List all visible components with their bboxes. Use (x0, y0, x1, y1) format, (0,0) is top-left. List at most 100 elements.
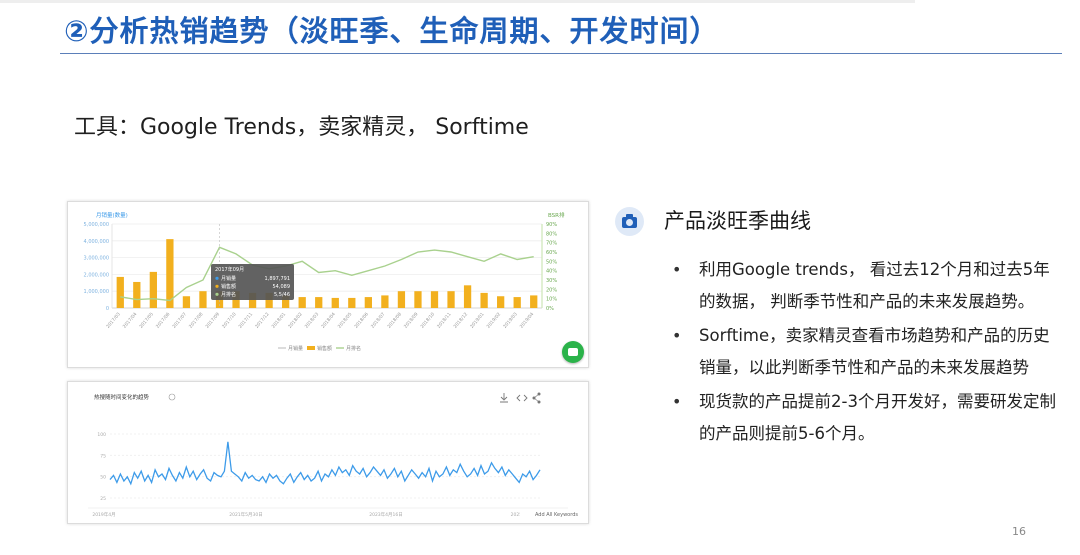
tooltip-dot (215, 292, 219, 296)
rank-line (120, 246, 534, 302)
x-tick-label: 2017/12 (254, 311, 271, 329)
tooltip-title: 2017年09月 (215, 266, 244, 273)
x-tick-label: 2019/01 (469, 311, 486, 329)
tooltip-label: 月排名 (221, 291, 236, 298)
legend-label: 月排名 (346, 345, 361, 352)
sales-bar (133, 281, 141, 308)
embed-icon (516, 394, 528, 402)
y-tick-label: 75 (100, 453, 106, 459)
wechat-icon[interactable] (562, 341, 584, 363)
x-tick-label: 2018/02 (287, 311, 304, 329)
slide-title: ②分析热销趋势（淡旺季、生命周期、开发时间） (64, 14, 720, 48)
top-divider (0, 0, 915, 3)
download-icon (500, 393, 508, 403)
sales-bar (298, 297, 306, 308)
sales-bar (315, 297, 323, 308)
sales-bar (149, 271, 157, 308)
chart-tooltip: 2017年09月月销量 1,897,791 销售额 54,089 月排名 5,5/46 (211, 264, 294, 300)
y-tick-label: 1,000,000 (84, 289, 109, 295)
x-tick-label: 2019/02 (486, 311, 503, 329)
y2-tick-label: 60% (546, 250, 557, 256)
sales-bar (397, 291, 406, 308)
sales-bar (331, 297, 339, 308)
tooltip-label: 销售额 (221, 283, 236, 290)
trend-chart-title: 热搜随时间变化的趋势 (94, 393, 150, 401)
x-tick-label: 2018/10 (419, 311, 436, 329)
sales-bar (381, 295, 389, 308)
x-tick-label: 2017/04 (122, 311, 139, 329)
x-tick-label: 2018/05 (337, 311, 354, 329)
sales-bar (430, 291, 439, 308)
sales-bar (513, 297, 521, 308)
y-tick-label: 4,000,000 (84, 239, 109, 245)
y2-tick-label: 10% (546, 297, 557, 303)
tooltip-dot (215, 284, 219, 288)
x-tick-label: 2019年4月 (92, 511, 115, 518)
tooltip-value: 5,5/46 (274, 292, 290, 298)
sales-bar (116, 276, 124, 308)
camera-icon (615, 207, 644, 236)
y-tick-label: 25 (100, 496, 106, 502)
search-trend-chart: 热搜随时间变化的趋势 100 75 50 25 2019年4月 2021年5月30日 2023… (88, 392, 580, 519)
y2-tick-label: 50% (546, 259, 557, 265)
page-number: 16 (1012, 525, 1026, 538)
x-tick-label: 2018/01 (271, 311, 288, 329)
legend-swatch (307, 346, 315, 350)
tools-line: 工具：Google Trends，卖家精灵， Sorftime (74, 115, 529, 140)
share-icon (532, 392, 541, 404)
x-tick-label: 2018/08 (386, 311, 403, 329)
add-keywords-link: Add All Keywords (535, 512, 578, 518)
search-interest-line (109, 441, 541, 486)
tooltip-value: 54,089 (273, 284, 291, 290)
sales-trend-chart-panel: 月销量(数量) BSR排 5,000,000 4,000,000 3,000,000 2,… (67, 201, 589, 368)
sales-bar (463, 285, 472, 308)
x-tick-label: 2019/04 (519, 311, 536, 329)
y2-tick-label: 30% (546, 278, 557, 284)
sales-bar (530, 295, 538, 308)
y2-tick-label: 90% (546, 222, 557, 228)
x-tick-label: 2018/11 (436, 311, 453, 329)
sales-bar (199, 291, 207, 308)
x-tick-label: 2017/06 (155, 311, 172, 329)
y-tick-label: 5,000,000 (84, 222, 109, 228)
bullet-item: 现货款的产品提前2-3个月开发好，需要研发定制的产品则提前5-6个月。 (672, 386, 1062, 450)
search-trend-chart-panel: 热搜随时间变化的趋势 100 75 50 25 2019年4月 2021年5月30日 2023… (67, 381, 589, 524)
sales-bar (348, 297, 356, 308)
x-tick-label: 2017/10 (221, 311, 238, 329)
sales-bar (182, 296, 191, 308)
sales-trend-chart: 月销量(数量) BSR排 5,000,000 4,000,000 3,000,000 2,… (84, 211, 565, 352)
x-tick-label: 2018/04 (320, 311, 337, 329)
y-tick-label: 100 (97, 432, 106, 438)
y-tick-label: 2,000,000 (84, 272, 109, 278)
x-tick-label: 2017/09 (204, 311, 221, 329)
x-tick-label: 2023年4月16日 (369, 511, 403, 518)
y2-tick-label: 40% (546, 269, 557, 275)
x-tick-label: 2017/11 (237, 311, 254, 329)
tooltip-value: 1,897,791 (265, 276, 290, 282)
sales-bar (414, 291, 422, 308)
x-tick-label: 2017/05 (138, 311, 155, 329)
y2-tick-label: 80% (546, 231, 557, 237)
x-tick-label: 2017/07 (171, 311, 188, 329)
legend-label: 销售额 (317, 345, 332, 352)
bullet-item: 利用Google trends， 看过去12个月和过去5年的数据， 判断季节性和… (672, 254, 1062, 318)
x-tick-label: 2018/09 (403, 311, 420, 329)
tooltip-label: 月销量 (221, 275, 236, 282)
y2-tick-label: 0% (546, 306, 554, 312)
y2-tick-label: 20% (546, 287, 557, 293)
help-icon (168, 393, 176, 401)
y-tick-label: 50 (100, 475, 106, 481)
sales-bar (480, 292, 488, 308)
y-axis-title: 月销量(数量) (96, 211, 128, 219)
title-underline (60, 53, 1062, 54)
y-tick-label: 3,000,000 (84, 256, 109, 262)
section-title: 产品淡旺季曲线 (664, 209, 811, 233)
x-tick-label: 2018/06 (353, 311, 370, 329)
x-tick-label: 2018/03 (304, 311, 321, 329)
bullet-item: Sorftime，卖家精灵查看市场趋势和产品的历史销量，以此判断季节性和产品的未… (672, 320, 1062, 384)
tooltip-dot (215, 276, 219, 280)
sales-bar (497, 296, 505, 308)
x-tick-label: 2018/07 (370, 311, 387, 329)
legend-label: 月销量 (288, 345, 303, 352)
x-tick-label: 2021年5月30日 (229, 511, 263, 518)
